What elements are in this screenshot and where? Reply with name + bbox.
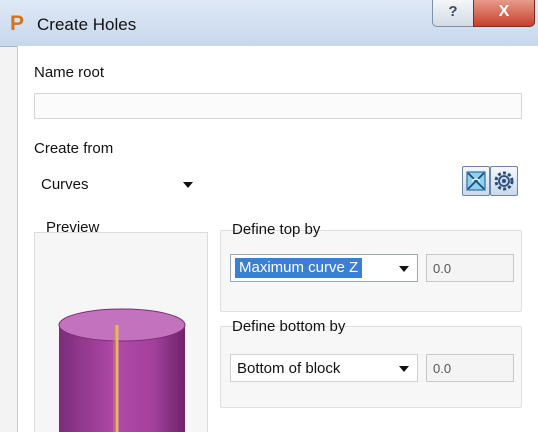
create-from-value: Curves bbox=[41, 176, 89, 193]
select-curves-button[interactable] bbox=[462, 166, 490, 196]
define-top-value: Maximum curve Z bbox=[235, 258, 363, 278]
app-icon: P bbox=[10, 12, 25, 35]
define-top-label: Define top by bbox=[232, 221, 321, 238]
cylinder-preview-image bbox=[58, 308, 186, 432]
settings-gear-icon bbox=[494, 171, 514, 191]
select-curves-icon bbox=[466, 171, 486, 191]
define-bottom-value: Bottom of block bbox=[237, 360, 341, 377]
define-top-select[interactable]: Maximum curve Z bbox=[230, 254, 418, 282]
close-button[interactable]: X bbox=[473, 0, 535, 27]
name-root-input[interactable] bbox=[34, 93, 522, 119]
create-holes-dialog: P Create Holes ? X Name root Create from… bbox=[0, 0, 538, 432]
title-bar[interactable]: P Create Holes ? X bbox=[0, 0, 538, 47]
window-title: Create Holes bbox=[37, 15, 137, 34]
define-top-number-field[interactable]: 0.0 bbox=[426, 254, 514, 282]
define-bottom-label: Define bottom by bbox=[232, 318, 346, 335]
settings-button[interactable] bbox=[490, 166, 518, 196]
preview-panel bbox=[34, 232, 208, 432]
create-from-select[interactable]: Curves bbox=[34, 170, 202, 198]
chevron-down-icon bbox=[399, 266, 409, 272]
create-from-label: Create from bbox=[34, 140, 114, 157]
name-root-label: Name root bbox=[34, 64, 105, 81]
chevron-down-icon bbox=[183, 182, 193, 188]
help-button[interactable]: ? bbox=[432, 0, 474, 27]
define-bottom-number-field[interactable]: 0.0 bbox=[426, 354, 514, 382]
chevron-down-icon bbox=[399, 366, 409, 372]
define-bottom-select[interactable]: Bottom of block bbox=[230, 354, 418, 382]
